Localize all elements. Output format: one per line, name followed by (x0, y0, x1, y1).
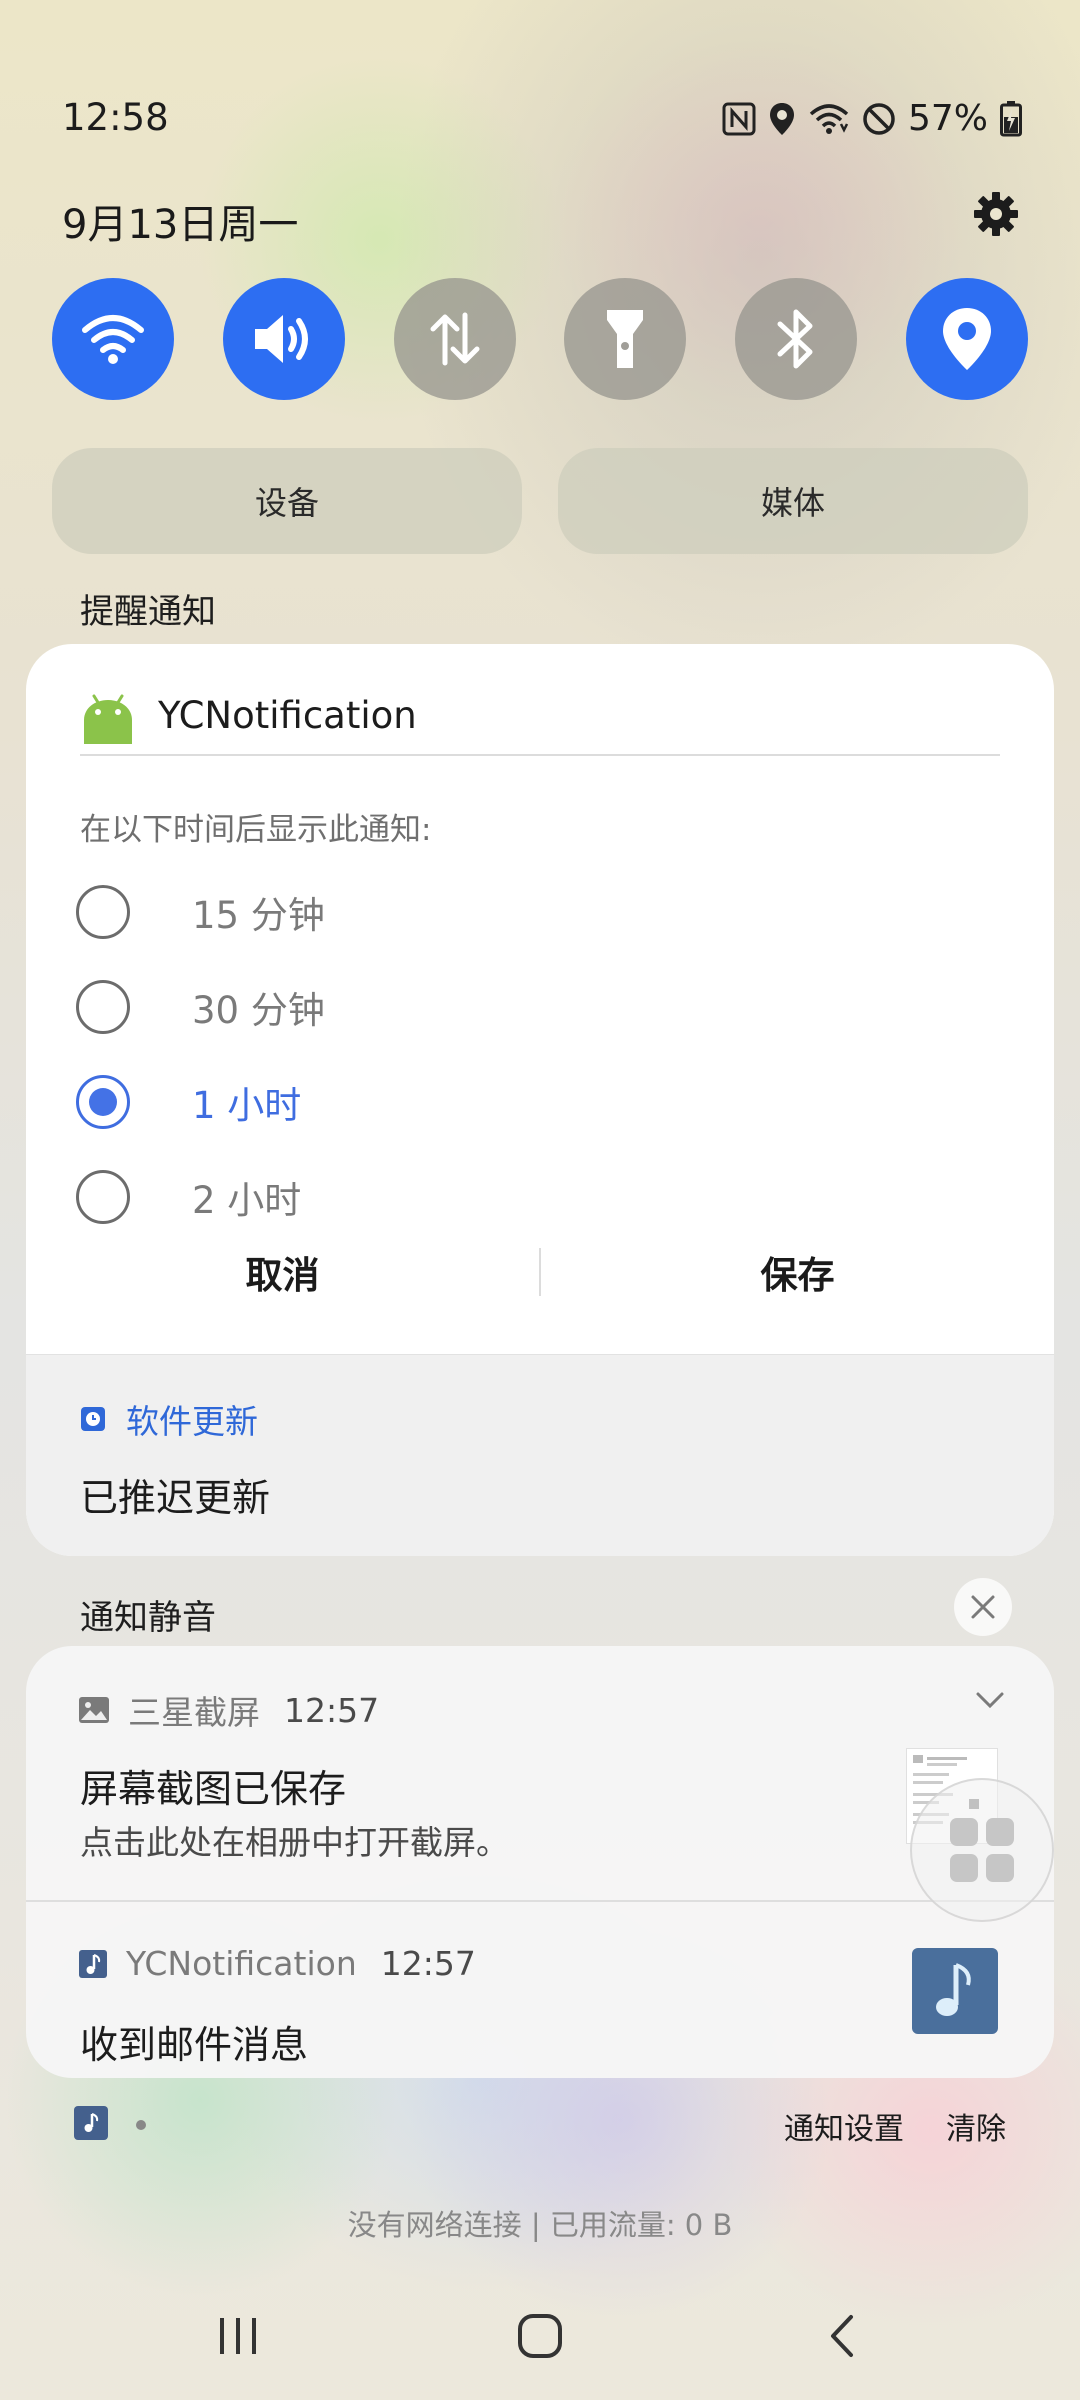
nfc-icon (722, 102, 756, 136)
email-notification[interactable]: YCNotification 12:57 收到邮件消息 (26, 1904, 1054, 2078)
do-not-disturb-icon (862, 102, 896, 136)
snooze-option-label: 2 小时 (192, 1178, 302, 1222)
status-icons: 57% (722, 98, 1022, 139)
location-toggle[interactable] (905, 278, 1028, 400)
notif-head: YCNotification 12:57 (78, 1944, 476, 1983)
snooze-option-label: 15 分钟 (192, 893, 325, 937)
navigation-bar (0, 2300, 1080, 2372)
cancel-button[interactable]: 取消 (26, 1232, 539, 1312)
bluetooth-toggle[interactable] (735, 278, 858, 400)
recents-button[interactable] (208, 2310, 268, 2362)
floating-action-button[interactable] (910, 1778, 1054, 1922)
radio-button-selected[interactable] (76, 1074, 130, 1129)
update-app-name: 软件更新 (126, 1402, 258, 1441)
gallery-icon (79, 1697, 109, 1723)
save-button[interactable]: 保存 (541, 1232, 1054, 1312)
chevron-down-icon[interactable] (974, 1690, 1006, 1710)
wifi-toggle[interactable] (52, 278, 174, 400)
snooze-option-2hours[interactable]: 2 小时 (76, 1149, 1004, 1244)
snooze-option-1hour[interactable]: 1 小时 (76, 1054, 1004, 1149)
gear-icon (974, 192, 1018, 236)
notification-settings-button[interactable]: 通知设置 (784, 2104, 904, 2148)
flashlight-toggle[interactable] (564, 278, 687, 400)
notification-footer: 通知设置 清除 (74, 2092, 1006, 2152)
notif-time: 12:57 (380, 1944, 476, 1983)
more-notifications-dot (136, 2120, 146, 2130)
location-pin-icon (942, 308, 991, 370)
music-note-icon (79, 1949, 107, 1978)
close-icon (971, 1595, 995, 1619)
snooze-option-label: 1 小时 (192, 1083, 302, 1127)
devices-button[interactable]: 设备 (52, 448, 522, 554)
wifi-icon (82, 315, 144, 364)
snooze-option-15min[interactable]: 15 分钟 (76, 864, 1004, 959)
radio-button[interactable] (76, 884, 130, 939)
bluetooth-icon (777, 309, 813, 369)
battery-charging-icon (1000, 100, 1022, 137)
snooze-actions: 取消 保存 (26, 1232, 1054, 1312)
notif-body: 点击此处在相册中打开截屏。 (80, 1823, 509, 1862)
notif-title: 屏幕截图已保存 (80, 1767, 347, 1811)
notif-title: 收到邮件消息 (80, 2023, 309, 2067)
mobile-data-toggle[interactable] (393, 278, 516, 400)
music-note-icon (936, 1963, 971, 2016)
settings-button[interactable] (968, 186, 1024, 242)
battery-percent: 57% (907, 98, 988, 139)
media-button[interactable]: 媒体 (558, 448, 1028, 554)
notif-app-name: 三星截屏 (128, 1693, 260, 1732)
android-app-icon (84, 694, 132, 744)
status-bar: 12:58 57% (62, 92, 1022, 152)
snooze-option-30min[interactable]: 30 分钟 (76, 959, 1004, 1054)
music-thumbnail (912, 1948, 998, 2034)
update-text: 已推迟更新 (80, 1476, 271, 1520)
recents-icon (220, 2318, 256, 2354)
status-time: 12:58 (62, 96, 169, 139)
notif-time: 12:57 (284, 1690, 380, 1730)
date-text: 9月13日周一 (62, 202, 299, 248)
snooze-options: 15 分钟 30 分钟 1 小时 2 小时 (76, 864, 1004, 1244)
snooze-card-header: YCNotification (80, 684, 1000, 756)
flashlight-icon (607, 310, 644, 368)
back-button[interactable] (812, 2310, 872, 2362)
software-update-notification[interactable]: 软件更新 已推迟更新 (26, 1354, 1054, 1556)
device-media-row: 设备 媒体 (52, 448, 1028, 554)
silent-section-label: 通知静音 (80, 1598, 216, 1638)
notif-app-name: YCNotification (126, 1944, 357, 1983)
network-status: 没有网络连接 | 已用流量: 0 B (347, 2208, 733, 2242)
dismiss-silent-button[interactable] (954, 1578, 1012, 1636)
screenshot-notification[interactable]: 三星截屏 12:57 屏幕截图已保存 点击此处在相册中打开截屏。 (26, 1646, 1054, 1902)
notif-head: 三星截屏 12:57 (78, 1686, 379, 1734)
volume-icon (254, 315, 308, 363)
back-icon (831, 2315, 853, 2357)
snooze-app-name: YCNotification (158, 694, 417, 737)
wifi-icon (808, 102, 850, 136)
radio-button[interactable] (76, 1169, 130, 1224)
data-arrows-icon (430, 312, 480, 366)
location-icon (768, 101, 796, 137)
quick-settings-row (52, 278, 1028, 400)
software-update-icon (81, 1407, 105, 1431)
home-icon (518, 2314, 562, 2358)
date-row: 9月13日周一 (62, 186, 1024, 248)
sound-toggle[interactable] (222, 278, 345, 400)
music-note-icon (74, 2106, 108, 2140)
radio-button[interactable] (76, 979, 130, 1034)
grid-icon (950, 1818, 1014, 1882)
update-app-row: 软件更新 (80, 1395, 258, 1443)
alerts-section-label: 提醒通知 (80, 592, 216, 632)
snooze-prompt: 在以下时间后显示此通知: (80, 812, 432, 848)
silent-notifications-card: 三星截屏 12:57 屏幕截图已保存 点击此处在相册中打开截屏。 YCNotif… (26, 1646, 1054, 2078)
home-button[interactable] (510, 2310, 570, 2362)
snooze-option-label: 30 分钟 (192, 988, 325, 1032)
snooze-card: YCNotification 在以下时间后显示此通知: 15 分钟 30 分钟 … (26, 644, 1054, 1556)
clear-button[interactable]: 清除 (946, 2104, 1006, 2148)
